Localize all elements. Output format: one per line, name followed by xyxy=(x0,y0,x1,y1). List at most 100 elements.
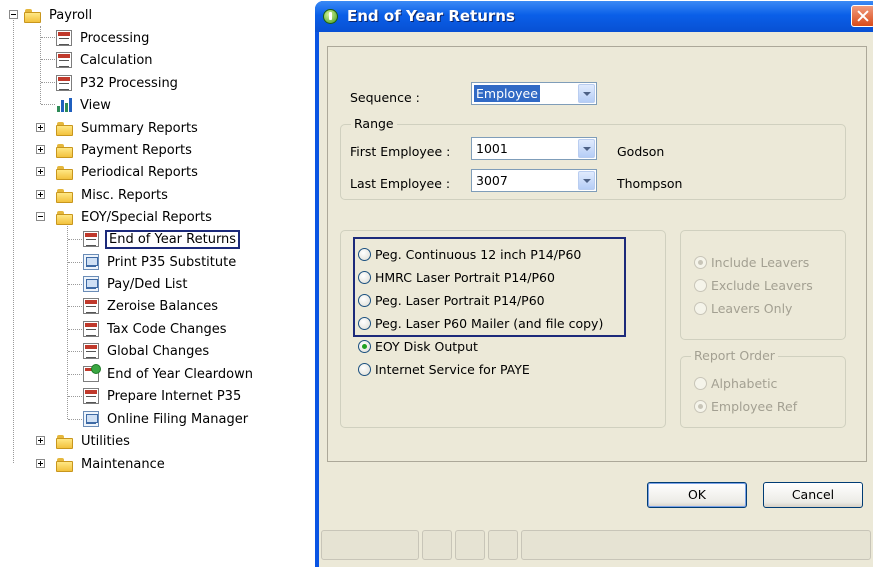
tree-node-end-of-year-cleardown[interactable]: End of Year Cleardown xyxy=(83,363,255,385)
expand-toggle[interactable] xyxy=(36,459,45,468)
report-icon xyxy=(83,321,99,337)
status-panel xyxy=(521,530,871,560)
radio-peg-laser-p60-mailer[interactable]: Peg. Laser P60 Mailer (and file copy) xyxy=(358,316,603,331)
report-icon xyxy=(56,30,72,46)
preview-icon xyxy=(83,254,99,270)
preview-icon xyxy=(83,276,99,292)
chevron-down-icon[interactable] xyxy=(578,84,595,103)
expand-toggle[interactable] xyxy=(36,436,45,445)
tree-node-processing[interactable]: Processing xyxy=(56,27,151,49)
sequence-label: Sequence : xyxy=(350,90,420,105)
sequence-combo[interactable]: Employee xyxy=(471,82,597,105)
radio-eoy-disk-output[interactable]: EOY Disk Output xyxy=(358,339,478,354)
tree-node-calculation[interactable]: Calculation xyxy=(56,49,155,71)
expand-toggle[interactable] xyxy=(36,123,45,132)
radio-icon xyxy=(694,302,707,315)
last-employee-label: Last Employee : xyxy=(350,176,451,191)
tree-label: Payroll xyxy=(49,7,93,23)
sequence-value: Employee xyxy=(474,85,540,102)
range-legend: Range xyxy=(351,116,397,131)
radio-icon xyxy=(358,363,371,376)
tree-node-payment-reports[interactable]: Payment Reports xyxy=(56,139,194,161)
expand-toggle[interactable] xyxy=(36,145,45,154)
radio-hmrc-laser-portrait[interactable]: HMRC Laser Portrait P14/P60 xyxy=(358,270,555,285)
selected-tree-label: End of Year Returns xyxy=(105,229,241,249)
radio-internet-service-paye[interactable]: Internet Service for PAYE xyxy=(358,362,530,377)
status-panel xyxy=(321,530,419,560)
radio-checked-icon xyxy=(358,340,371,353)
app-icon xyxy=(323,9,338,24)
expand-toggle[interactable] xyxy=(36,190,45,199)
navigation-tree: Payroll Processing Calculation P32 Proce… xyxy=(0,0,300,567)
collapse-toggle[interactable] xyxy=(36,212,45,221)
expand-toggle[interactable] xyxy=(36,167,45,176)
folder-icon xyxy=(24,8,42,23)
collapse-toggle[interactable] xyxy=(9,10,18,19)
report-order-legend: Report Order xyxy=(691,348,778,363)
folder-icon xyxy=(56,210,74,225)
dialog-title-bar[interactable]: End of Year Returns xyxy=(315,1,873,32)
tree-node-utilities[interactable]: Utilities xyxy=(56,430,132,452)
radio-leavers-only[interactable]: Leavers Only xyxy=(694,301,792,316)
bar-chart-icon xyxy=(56,97,72,113)
tree-node-periodical-reports[interactable]: Periodical Reports xyxy=(56,161,200,183)
folder-icon xyxy=(56,457,74,472)
tree-node-eoy-special-reports[interactable]: EOY/Special Reports xyxy=(56,206,214,228)
tree-node-payroll[interactable]: Payroll xyxy=(24,4,94,26)
tree-node-pay-ded-list[interactable]: Pay/Ded List xyxy=(83,273,189,295)
tree-node-p32-processing[interactable]: P32 Processing xyxy=(56,72,180,94)
radio-exclude-leavers[interactable]: Exclude Leavers xyxy=(694,278,813,293)
tree-node-end-of-year-returns[interactable]: End of Year Returns xyxy=(83,228,241,250)
status-panel xyxy=(455,530,485,560)
first-employee-label: First Employee : xyxy=(350,144,451,159)
report-icon xyxy=(83,298,99,314)
tree-node-maintenance[interactable]: Maintenance xyxy=(56,453,167,475)
tree-node-online-filing-manager[interactable]: Online Filing Manager xyxy=(83,408,250,430)
dialog-title: End of Year Returns xyxy=(347,7,515,25)
tree-node-zeroise-balances[interactable]: Zeroise Balances xyxy=(83,295,220,317)
report-icon xyxy=(83,388,99,404)
radio-peg-laser-portrait[interactable]: Peg. Laser Portrait P14/P60 xyxy=(358,293,545,308)
radio-icon xyxy=(358,294,371,307)
radio-checked-icon xyxy=(694,400,707,413)
chevron-down-icon[interactable] xyxy=(578,171,595,190)
last-employee-name: Thompson xyxy=(617,176,683,191)
close-button[interactable] xyxy=(851,5,873,27)
cancel-button[interactable]: Cancel xyxy=(763,482,863,508)
tree-node-misc-reports[interactable]: Misc. Reports xyxy=(56,184,170,206)
radio-employee-ref[interactable]: Employee Ref xyxy=(694,399,797,414)
chevron-down-icon[interactable] xyxy=(578,139,595,158)
dialog-client-area: Sequence : Employee Range First Employee… xyxy=(319,32,873,567)
radio-icon xyxy=(358,317,371,330)
radio-icon xyxy=(694,279,707,292)
radio-alphabetic[interactable]: Alphabetic xyxy=(694,376,777,391)
radio-checked-icon xyxy=(694,256,707,269)
folder-icon xyxy=(56,143,74,158)
folder-icon xyxy=(56,434,74,449)
radio-peg-continuous[interactable]: Peg. Continuous 12 inch P14/P60 xyxy=(358,247,581,262)
first-employee-name: Godson xyxy=(617,144,665,159)
tree-node-print-p35-substitute[interactable]: Print P35 Substitute xyxy=(83,251,238,273)
tree-connector xyxy=(67,226,68,419)
radio-icon xyxy=(358,271,371,284)
radio-icon xyxy=(358,248,371,261)
last-employee-combo[interactable]: 3007 xyxy=(471,169,597,192)
report-icon xyxy=(83,231,99,247)
report-order-group: Report Order xyxy=(680,348,846,428)
tree-node-tax-code-changes[interactable]: Tax Code Changes xyxy=(83,318,229,340)
report-icon xyxy=(56,75,72,91)
tree-node-summary-reports[interactable]: Summary Reports xyxy=(56,117,200,139)
cleardown-icon xyxy=(83,364,101,382)
last-employee-value: 3007 xyxy=(476,173,508,188)
report-icon xyxy=(56,52,72,68)
report-icon xyxy=(83,343,99,359)
ok-button[interactable]: OK xyxy=(647,482,747,508)
status-panel xyxy=(488,530,518,560)
preview-icon xyxy=(83,411,99,427)
first-employee-combo[interactable]: 1001 xyxy=(471,137,597,160)
tree-node-global-changes[interactable]: Global Changes xyxy=(83,340,211,362)
tree-node-view[interactable]: View xyxy=(56,94,113,116)
tree-node-prepare-internet-p35[interactable]: Prepare Internet P35 xyxy=(83,385,243,407)
radio-include-leavers[interactable]: Include Leavers xyxy=(694,255,809,270)
content-panel: Sequence : Employee Range First Employee… xyxy=(327,46,867,462)
